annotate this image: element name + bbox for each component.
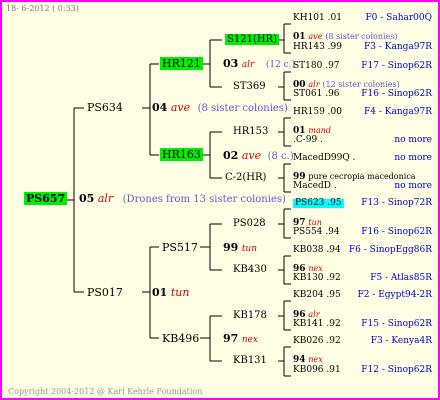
leaf-location: no more bbox=[394, 135, 432, 145]
leaf-name: ST180 .97 bbox=[293, 61, 340, 71]
gen2-year-3: nex bbox=[241, 335, 259, 345]
root-name: PS657 bbox=[24, 192, 68, 205]
gen3-num-7: 94 bbox=[293, 355, 306, 365]
leaf-name: KB204 .95 bbox=[293, 290, 341, 300]
leaf-location: F15 - Sinop62R bbox=[361, 319, 432, 329]
gen2-info-3: 97 nex bbox=[223, 333, 258, 345]
gen3-year-7: nex bbox=[308, 355, 323, 364]
leaf-name: MacedD99Q . bbox=[293, 153, 356, 163]
gen3-info-0: 01 ave (8 sister colonies) bbox=[293, 33, 398, 42]
gen1-bottom-num: 01 bbox=[152, 286, 168, 299]
gen3-name-1: ST369 bbox=[233, 81, 266, 92]
gen2-year-0: alr bbox=[241, 60, 255, 70]
gen3-year-4: tun bbox=[308, 218, 322, 227]
gen2-num-2: 99 bbox=[223, 241, 239, 254]
gen2-name-1: HR163 bbox=[160, 148, 203, 161]
root-year: alr bbox=[97, 192, 114, 205]
leaf-location: F4 - Kanga97R bbox=[364, 107, 432, 117]
leaf-name: KB096 .91 bbox=[293, 365, 341, 375]
root-num: 05 bbox=[79, 192, 95, 205]
leaf-location: F3 - Kenya4R bbox=[370, 336, 432, 346]
gen2-num-3: 97 bbox=[223, 332, 239, 345]
leaf-location: F6 - SinopEgg86R bbox=[348, 245, 432, 255]
copyright: Copyright 2004-2012 @ Karl Kehrle Founda… bbox=[8, 387, 203, 396]
leaf-name: HR159 .00 bbox=[293, 107, 342, 117]
leaf-name: KB130 .92 bbox=[293, 273, 341, 283]
gen2-year-1: ave bbox=[241, 149, 262, 162]
gen3-year-0: ave bbox=[308, 32, 323, 41]
gen2-num-1: 02 bbox=[223, 149, 239, 162]
gen2-num-0: 03 bbox=[223, 57, 239, 70]
leaf-name: .C-99 . bbox=[293, 135, 323, 145]
leaf-name: PS623 .95 bbox=[293, 198, 344, 208]
gen3-year-5: nex bbox=[308, 264, 323, 273]
gen3-name-4: PS028 bbox=[233, 218, 266, 229]
gen2-info-2: 99 tun bbox=[223, 242, 257, 254]
gen3-year-2: mand bbox=[308, 126, 332, 135]
leaf-name: HR143 .99 bbox=[293, 42, 342, 52]
leaf-name: PS554 .94 bbox=[293, 227, 340, 237]
gen2-name-3: KB496 bbox=[162, 332, 200, 345]
gen3-name-7: KB131 bbox=[233, 355, 267, 366]
pedigree-frame: 18- 6-2012 ( 0:33) PS657 05 alr (Drones … bbox=[0, 0, 440, 400]
gen3-sisters-0: (8 sister colonies) bbox=[325, 32, 398, 41]
gen1-bottom-info: 01 tun bbox=[152, 287, 189, 298]
leaf-name: KH101 .01 bbox=[293, 13, 342, 23]
leaf-location: F2 - Egypt94-2R bbox=[357, 290, 432, 300]
gen3-name-6: KB178 bbox=[233, 310, 267, 321]
gen1-top-info: 04 ave (8 sister colonies) bbox=[152, 102, 288, 114]
gen2-name-2: PS517 bbox=[162, 241, 198, 254]
leaf-location: F12 - Sinop62R bbox=[361, 365, 432, 375]
gen3-name-0: S121(HR) bbox=[225, 34, 279, 45]
gen2-sisters-0: (12 c.) bbox=[265, 60, 296, 70]
gen2-name-0: HR121 bbox=[160, 57, 203, 70]
header-date: 18- 6-2012 ( 0:33) bbox=[6, 4, 79, 13]
leaf-name: KB026 .92 bbox=[293, 336, 341, 346]
leaf-location: no more bbox=[394, 153, 432, 163]
gen1-top-name: PS634 bbox=[87, 101, 123, 114]
leaf-location: F16 - Sinop62R bbox=[361, 89, 432, 99]
leaf-name: KB038 .94 bbox=[293, 245, 341, 255]
gen1-bottom-year: tun bbox=[170, 286, 190, 299]
leaf-location: no more bbox=[394, 181, 432, 191]
leaf-location: F0 - Sahar00Q bbox=[365, 13, 432, 23]
gen3-sisters-1: (12 sister colonies) bbox=[322, 80, 400, 89]
gen3-num-0: 01 bbox=[293, 32, 306, 42]
root-info: 05 alr (Drones from 13 sister colonies) bbox=[79, 193, 286, 205]
gen2-sisters-1: (8 c.) bbox=[267, 151, 294, 162]
leaf-location: F16 - Sinop62R bbox=[361, 227, 432, 237]
leaf-location: F17 - Sinop62R bbox=[361, 61, 432, 71]
gen2-info-1: 02 ave (8 c.) bbox=[223, 150, 294, 162]
gen1-top-sisters: (8 sister colonies) bbox=[197, 103, 288, 114]
gen3-year-6: alr bbox=[308, 310, 320, 319]
gen2-year-2: tun bbox=[241, 244, 258, 254]
gen3-info-7: 94 nex bbox=[293, 356, 323, 365]
gen2-info-0: 03 alr (12 c.) bbox=[223, 58, 295, 70]
gen3-name-5: KB430 bbox=[233, 264, 267, 275]
gen1-top-year: ave bbox=[170, 101, 191, 114]
gen3-name-2: HR153 bbox=[233, 126, 269, 137]
gen3-name-3: C-2(HR) bbox=[225, 172, 267, 183]
root-node: PS657 bbox=[24, 192, 68, 205]
root-sisters: (Drones from 13 sister colonies) bbox=[122, 194, 286, 205]
gen1-bottom-name: PS017 bbox=[87, 286, 123, 299]
gen3-year-3: pure cecropia macedonica bbox=[308, 172, 416, 181]
leaf-location: F3 - Kanga97R bbox=[364, 42, 432, 52]
leaf-name: ST061 .96 bbox=[293, 89, 340, 99]
leaf-name: MacedD . bbox=[293, 181, 337, 191]
gen1-top-num: 04 bbox=[152, 101, 168, 114]
gen3-year-1: alr bbox=[308, 80, 320, 89]
leaf-location: F5 - Atlas85R bbox=[370, 273, 432, 283]
leaf-name: KB141 .92 bbox=[293, 319, 341, 329]
leaf-location: F13 - Sinop72R bbox=[361, 198, 432, 208]
